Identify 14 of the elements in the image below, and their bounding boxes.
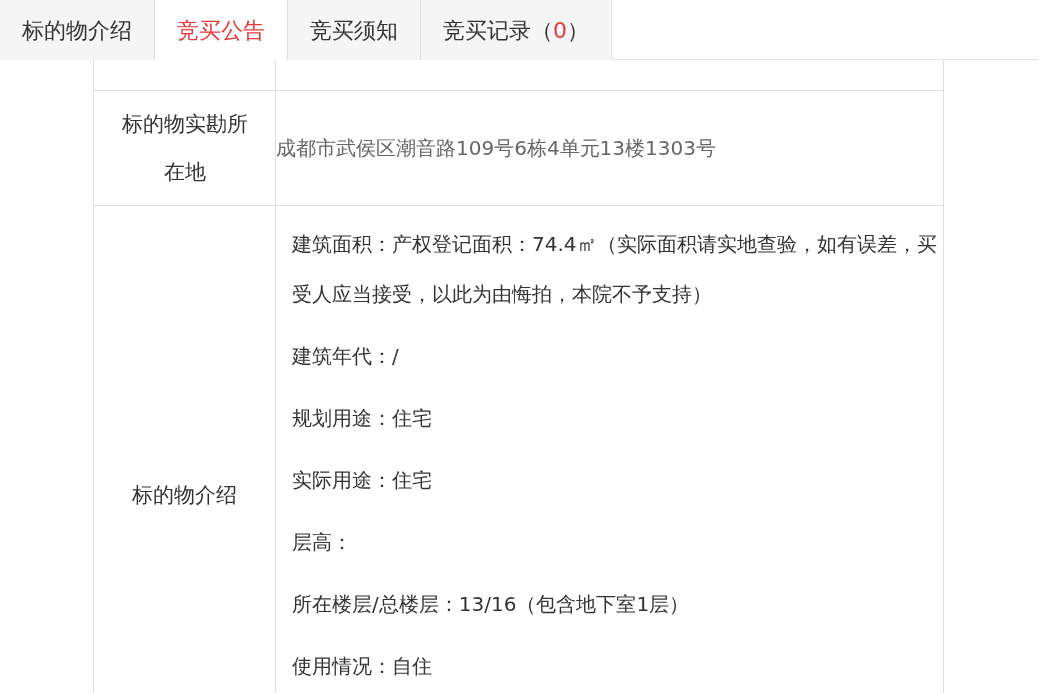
intro-line: 建筑年代：/: [292, 343, 400, 370]
row-label: 标的物介绍: [94, 206, 276, 693]
tab[interactable]: 标的物介绍: [0, 0, 155, 60]
intro-line: 所在楼层/总楼层：13/16（包含地下室1层）: [292, 591, 691, 618]
intro-line: 使用情况：自住: [292, 653, 433, 680]
row-value: 成都市武侯区潮音路109号6栋4单元13楼1303号: [276, 135, 717, 162]
intro-line: 规划用途：住宅: [292, 405, 433, 432]
row-label: 标的物实勘所在地: [94, 91, 276, 205]
tab[interactable]: 竞买记录（0）: [421, 0, 612, 60]
intro-line: 建筑面积：产权登记面积：74.4㎡（实际面积请实地查验，如有误差，买受人应当接受，以此为由悔拍，本院不予支持）: [292, 231, 938, 308]
tab[interactable]: 竞买公告: [155, 0, 288, 60]
intro-line: 实际用途：住宅: [292, 467, 433, 494]
intro-line: 层高：: [292, 529, 353, 556]
tab[interactable]: 竞买须知: [288, 0, 421, 60]
